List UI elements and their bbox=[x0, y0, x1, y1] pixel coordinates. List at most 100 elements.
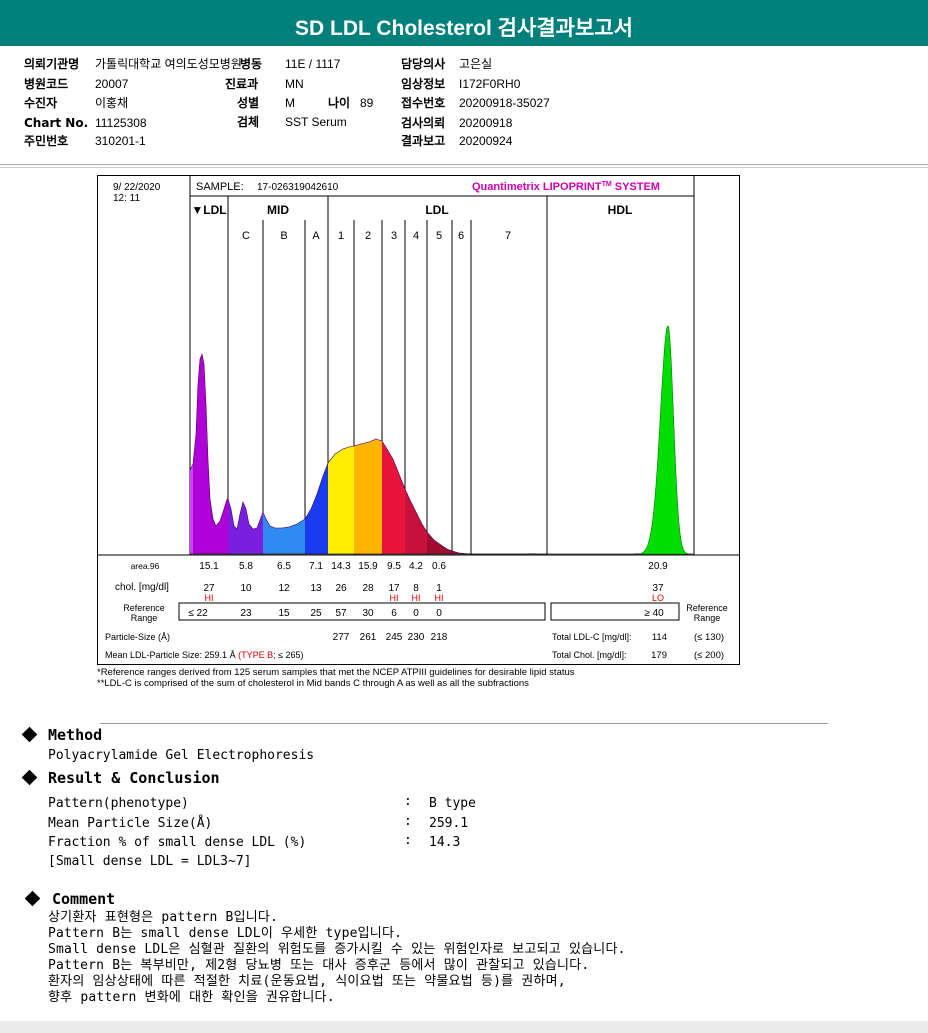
flag-3: HI bbox=[390, 593, 399, 603]
group-label-vldl: ▼LDL bbox=[191, 203, 226, 217]
total-ldl-value: 114 bbox=[652, 632, 667, 643]
area-value-1: 14.3 bbox=[331, 561, 351, 572]
ref-value-hdl: ≥ 40 bbox=[644, 608, 664, 619]
row-label-ref-right2: Range bbox=[694, 613, 721, 623]
bottom-strip bbox=[0, 1021, 928, 1033]
ref-value-5: 0 bbox=[436, 608, 442, 619]
result-size-sep: : bbox=[404, 814, 412, 829]
chart-no-value: 11125308 bbox=[95, 116, 147, 130]
result-fraction-sep: : bbox=[404, 833, 412, 848]
group-label-mid: MID bbox=[267, 203, 289, 217]
area-value-hdl: 20.9 bbox=[648, 561, 668, 572]
result-fraction-label: Fraction % of small dense LDL (%) bbox=[48, 835, 307, 850]
specimen-label: 검체 bbox=[237, 115, 260, 129]
report-title: SD LDL Cholesterol 검사결과보고서 bbox=[0, 0, 928, 46]
area-value-2: 15.9 bbox=[358, 561, 378, 572]
size-value-1: 277 bbox=[333, 632, 350, 643]
chol-value-a: 13 bbox=[310, 583, 322, 594]
size-value-2: 261 bbox=[360, 632, 377, 643]
row-label-area: area.96 bbox=[131, 561, 160, 571]
clinical-info-value: I172F0RH0 bbox=[459, 77, 521, 91]
group-label-hdl: HDL bbox=[608, 203, 633, 217]
ward-value: 11E / 1117 bbox=[285, 57, 341, 71]
size-value-3: 245 bbox=[386, 632, 403, 643]
institution-label: 의뢰기관명 bbox=[24, 57, 80, 71]
hospital-code-value: 20007 bbox=[95, 77, 129, 91]
ref-value-b: 15 bbox=[278, 608, 290, 619]
clinical-info-label: 임상정보 bbox=[401, 77, 446, 91]
bullet-diamond-icon bbox=[21, 769, 38, 786]
comment-line: 상기환자 표현형은 pattern B입니다. bbox=[48, 910, 279, 925]
receipt-value: 20200918-35027 bbox=[459, 96, 550, 110]
total-ldl-ref: (≤ 130) bbox=[694, 632, 724, 643]
hospital-code-label: 병원코드 bbox=[24, 77, 69, 91]
band-label-6: 6 bbox=[458, 230, 464, 242]
result-pattern-label: Pattern(phenotype) bbox=[48, 796, 189, 811]
area-value-4: 4.2 bbox=[409, 561, 423, 572]
total-chol-label: Total Chol. [mg/dl]: bbox=[552, 650, 627, 660]
result-title: Result & Conclusion bbox=[48, 769, 220, 787]
department-value: MN bbox=[285, 77, 304, 91]
method-text: Polyacrylamide Gel Electrophoresis bbox=[48, 748, 315, 763]
total-chol-value: 179 bbox=[651, 650, 667, 661]
test-request-label: 검사의뢰 bbox=[401, 116, 446, 130]
lipoprint-svg: area.96chol. [mg/dl]ReferenceRangeRefere… bbox=[97, 175, 740, 665]
result-pattern-sep: : bbox=[404, 794, 412, 809]
comment-line: 향후 pattern 변화에 대한 확인을 권유합니다. bbox=[48, 990, 335, 1005]
trace-vldl-edge bbox=[190, 464, 193, 554]
comment-line: 환자의 임상상태에 따른 적절한 치료(운동요법, 식이요법 또는 약물요법 등… bbox=[48, 974, 566, 989]
band-label-3: 3 bbox=[391, 230, 397, 242]
trace-fraction-2 bbox=[354, 439, 382, 554]
comment-line: Pattern B는 복부비만, 제2형 당뇨병 또는 대사 증후군 등에서 많… bbox=[48, 958, 590, 973]
area-value-3: 9.5 bbox=[387, 561, 401, 572]
patient-label: 수진자 bbox=[24, 96, 58, 110]
area-value-c: 5.8 bbox=[239, 561, 253, 572]
total-chol-ref: (≤ 200) bbox=[694, 650, 724, 661]
result-note: [Small dense LDL = LDL3~7] bbox=[48, 854, 252, 869]
chol-value-2: 28 bbox=[362, 583, 374, 594]
result-size-value: 259.1 bbox=[429, 816, 469, 831]
band-label-5: 5 bbox=[436, 230, 442, 242]
area-value-vldl: 15.1 bbox=[199, 561, 219, 572]
flag-5: HI bbox=[435, 593, 444, 603]
age-value: 89 bbox=[360, 96, 374, 110]
report-date-label: 결과보고 bbox=[401, 134, 446, 148]
flag-vldl: HI bbox=[205, 593, 214, 603]
row-label-ref: Reference bbox=[123, 603, 165, 613]
comment-line: Small dense LDL은 심혈관 질환의 위험도를 증가시킬 수 있는 … bbox=[48, 942, 626, 957]
report-date-value: 20200924 bbox=[459, 134, 513, 148]
chart-time: 12: 11 bbox=[113, 193, 140, 204]
mean-ldl-size: Mean LDL-Particle Size: 259.1 Å (TYPE B;… bbox=[105, 650, 304, 660]
sex-label: 성별 bbox=[237, 96, 260, 110]
sample-label: SAMPLE: bbox=[196, 181, 244, 193]
institution-value: 가톨릭대학교 여의도성모병원 bbox=[95, 57, 242, 71]
ref-value-c: 23 bbox=[240, 608, 252, 619]
band-label-1: 1 bbox=[338, 230, 344, 242]
comment-line: Pattern B는 small dense LDL이 우세한 type입니다. bbox=[48, 926, 403, 941]
ward-label: 병동 bbox=[240, 57, 263, 71]
row-label-ref2: Range bbox=[131, 613, 158, 623]
band-label-a: A bbox=[312, 230, 320, 242]
size-value-4: 230 bbox=[408, 632, 425, 643]
chart-date: 9/ 22/2020 bbox=[113, 182, 161, 193]
ref-value-3: 6 bbox=[391, 608, 397, 619]
ref-value-vldl: ≤ 22 bbox=[188, 608, 208, 619]
size-value-5: 218 bbox=[431, 632, 448, 643]
trace-fraction-1 bbox=[328, 446, 354, 554]
receipt-label: 접수번호 bbox=[401, 96, 446, 110]
age-label: 나이 bbox=[328, 96, 351, 110]
row-label-ref-right: Reference bbox=[686, 603, 728, 613]
bullet-diamond-icon bbox=[21, 726, 38, 743]
group-label-ldl: LDL bbox=[425, 203, 448, 217]
row-label-particle: Particle-Size (Å) bbox=[105, 632, 170, 642]
area-value-5: 0.6 bbox=[432, 561, 446, 572]
section-divider bbox=[100, 723, 828, 724]
ref-value-a: 25 bbox=[310, 608, 322, 619]
comment-title: Comment bbox=[52, 890, 116, 908]
doctor-value: 고은실 bbox=[459, 57, 493, 71]
header-divider bbox=[0, 164, 928, 165]
method-title: Method bbox=[48, 726, 103, 744]
test-request-value: 20200918 bbox=[459, 116, 513, 130]
flag-hdl: LO bbox=[652, 593, 664, 603]
ref-value-4: 0 bbox=[413, 608, 419, 619]
